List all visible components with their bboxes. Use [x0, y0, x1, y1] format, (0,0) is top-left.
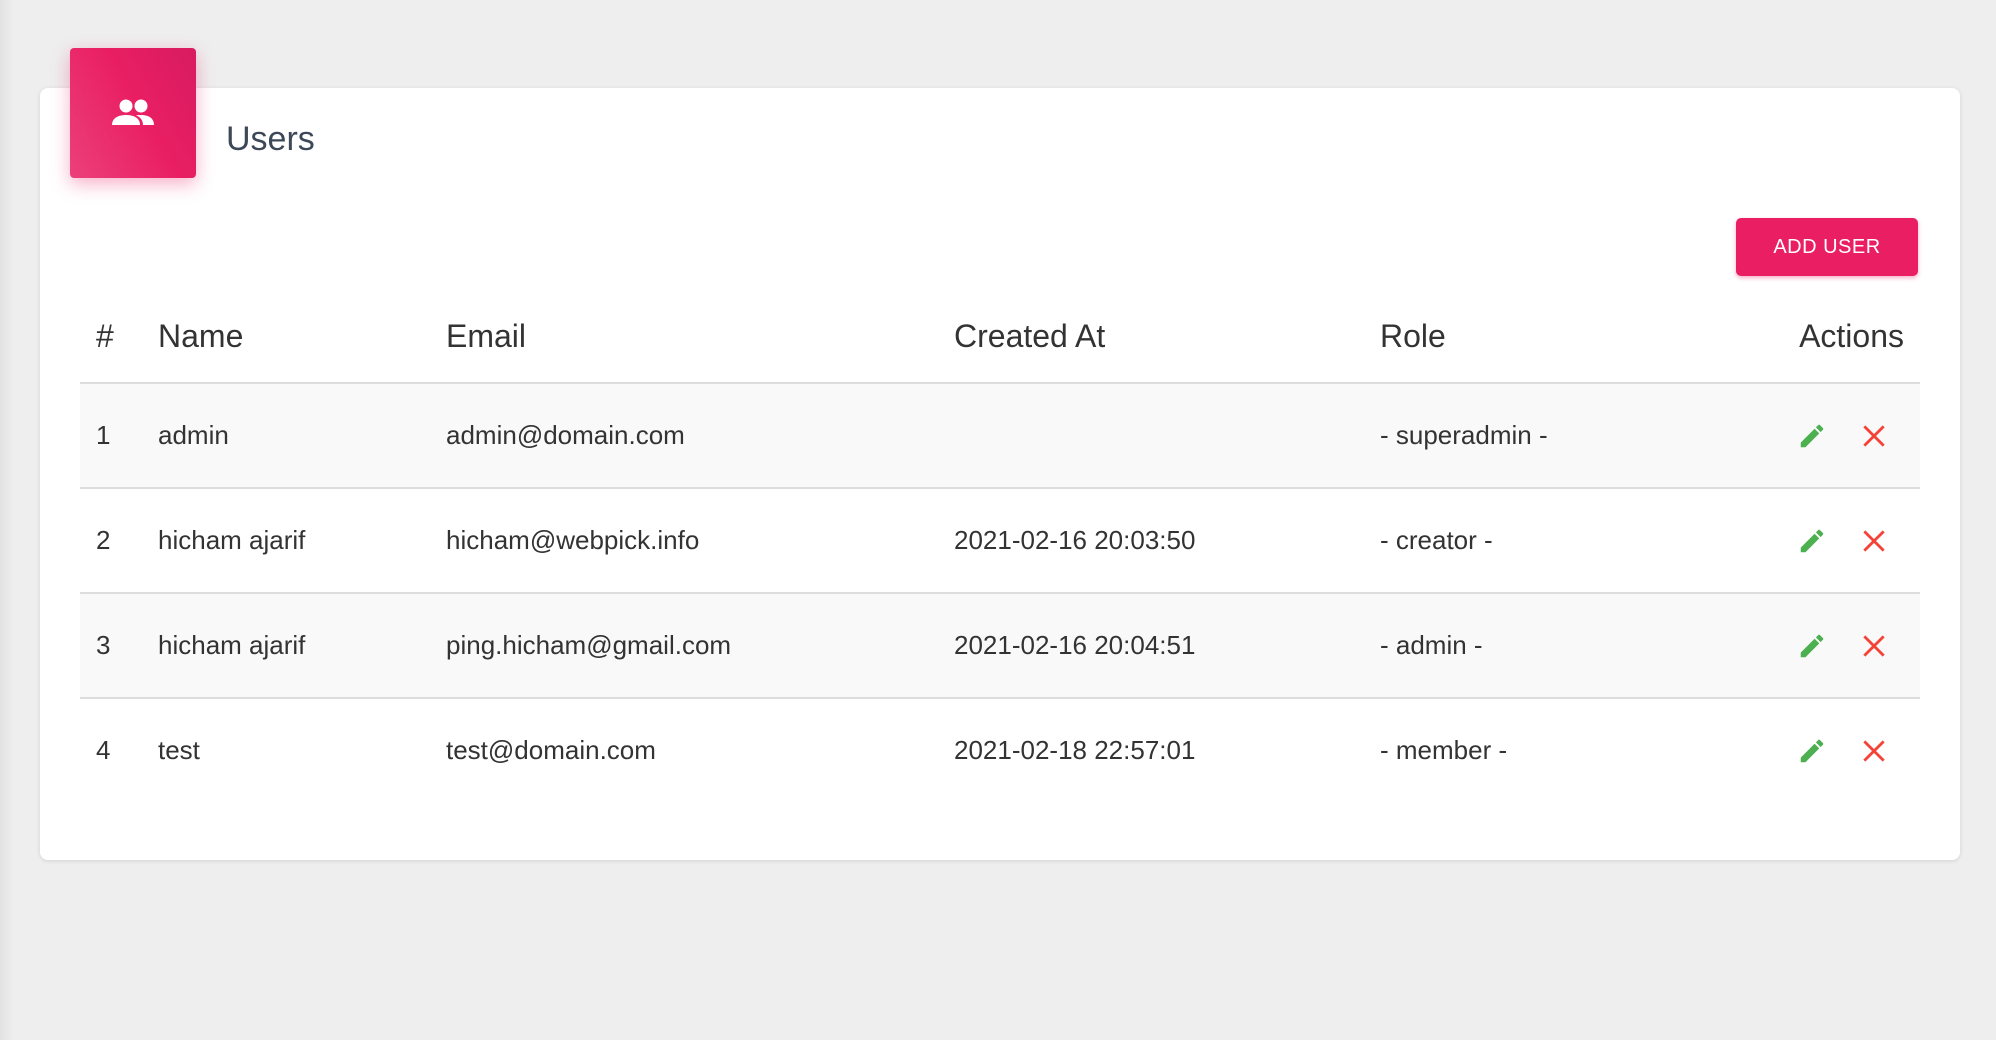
row-number: 3: [80, 593, 158, 699]
user-created-at: 2021-02-16 20:04:51: [954, 593, 1380, 699]
table-header-row: # Name Email Created At Role Actions: [80, 290, 1920, 384]
people-icon: [112, 99, 154, 125]
column-header-created-at: Created At: [954, 290, 1380, 384]
row-number: 1: [80, 383, 158, 489]
close-icon: [1863, 424, 1885, 447]
user-role: - admin -: [1380, 593, 1770, 699]
row-actions: [1770, 698, 1920, 802]
table-row: 2 hicham ajarif hicham@webpick.info 2021…: [80, 488, 1920, 594]
close-icon: [1863, 739, 1885, 762]
column-header-number: #: [80, 290, 158, 384]
edit-user-button[interactable]: [1796, 630, 1828, 662]
user-name: hicham ajarif: [158, 488, 446, 594]
column-header-name: Name: [158, 290, 446, 384]
edit-user-button[interactable]: [1796, 420, 1828, 452]
column-header-role: Role: [1380, 290, 1770, 384]
user-name: admin: [158, 383, 446, 489]
user-created-at: 2021-02-18 22:57:01: [954, 735, 1196, 765]
table-row: 3 hicham ajarif ping.hicham@gmail.com 20…: [80, 593, 1920, 699]
column-header-email: Email: [446, 290, 954, 384]
delete-user-button[interactable]: [1858, 630, 1890, 662]
add-user-button[interactable]: ADD USER: [1736, 218, 1918, 276]
pencil-icon: [1800, 739, 1824, 762]
close-icon: [1863, 634, 1885, 657]
row-actions: [1770, 383, 1920, 489]
user-email: ping.hicham@gmail.com: [446, 593, 954, 699]
user-created-at: [954, 383, 1380, 489]
page-edge-shade: [0, 0, 14, 1040]
row-number: 2: [80, 488, 158, 594]
user-email: hicham@webpick.info: [446, 488, 954, 594]
close-icon: [1863, 529, 1885, 552]
card-header-icon: [70, 48, 196, 178]
delete-user-button[interactable]: [1858, 735, 1890, 767]
user-email: test@domain.com: [446, 735, 656, 765]
column-header-actions: Actions: [1770, 290, 1920, 384]
edit-user-button[interactable]: [1796, 525, 1828, 557]
table-row: 1 admin admin@domain.com - superadmin -: [80, 383, 1920, 489]
card-title: Users: [226, 120, 315, 158]
user-role: - superadmin -: [1380, 383, 1770, 489]
pencil-icon: [1800, 529, 1824, 552]
delete-user-button[interactable]: [1858, 525, 1890, 557]
delete-user-button[interactable]: [1858, 420, 1890, 452]
user-name: test: [158, 735, 200, 765]
edit-user-button[interactable]: [1796, 735, 1828, 767]
user-created-at: 2021-02-16 20:03:50: [954, 488, 1380, 594]
user-email: admin@domain.com: [446, 383, 954, 489]
row-actions: [1770, 488, 1920, 594]
pencil-icon: [1800, 424, 1824, 447]
users-table: # Name Email Created At Role Actions 1 a…: [80, 290, 1920, 802]
user-name: hicham ajarif: [158, 593, 446, 699]
user-role: - creator -: [1380, 488, 1770, 594]
pencil-icon: [1800, 634, 1824, 657]
table-row: 4 test test@domain.com 2021-02-18 22:57:…: [80, 698, 1920, 802]
row-number: 4: [96, 735, 111, 765]
row-actions: [1770, 593, 1920, 699]
user-role: - member -: [1380, 735, 1508, 765]
